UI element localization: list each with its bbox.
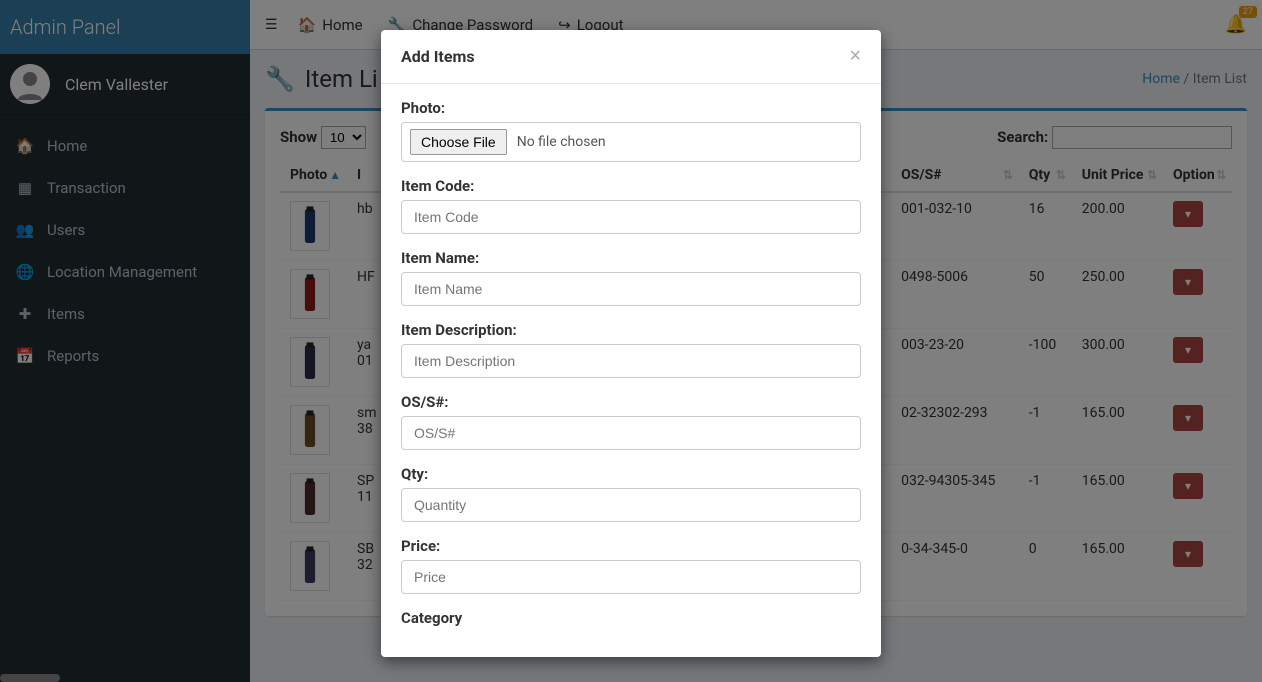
choose-file-button[interactable]: Choose File [410, 129, 507, 155]
close-button[interactable]: × [849, 45, 861, 68]
item-code-label: Item Code: [401, 177, 861, 195]
item-code-input[interactable] [401, 200, 861, 234]
item-desc-input[interactable] [401, 344, 861, 378]
item-name-label: Item Name: [401, 249, 861, 267]
qty-input[interactable] [401, 488, 861, 522]
file-chosen-text: No file chosen [517, 134, 606, 150]
price-input[interactable] [401, 560, 861, 594]
modal-title: Add Items [401, 47, 475, 66]
modal-header: Add Items × [381, 30, 881, 84]
price-label: Price: [401, 537, 861, 555]
modal-body: Photo: Choose File No file chosen Item C… [381, 84, 881, 657]
os-input[interactable] [401, 416, 861, 450]
photo-file-input[interactable]: Choose File No file chosen [401, 122, 861, 162]
add-items-modal: Add Items × Photo: Choose File No file c… [381, 30, 881, 657]
photo-label: Photo: [401, 99, 861, 117]
os-label: OS/S#: [401, 393, 861, 411]
item-desc-label: Item Description: [401, 321, 861, 339]
item-name-input[interactable] [401, 272, 861, 306]
qty-label: Qty: [401, 465, 861, 483]
category-label: Category [401, 609, 861, 627]
